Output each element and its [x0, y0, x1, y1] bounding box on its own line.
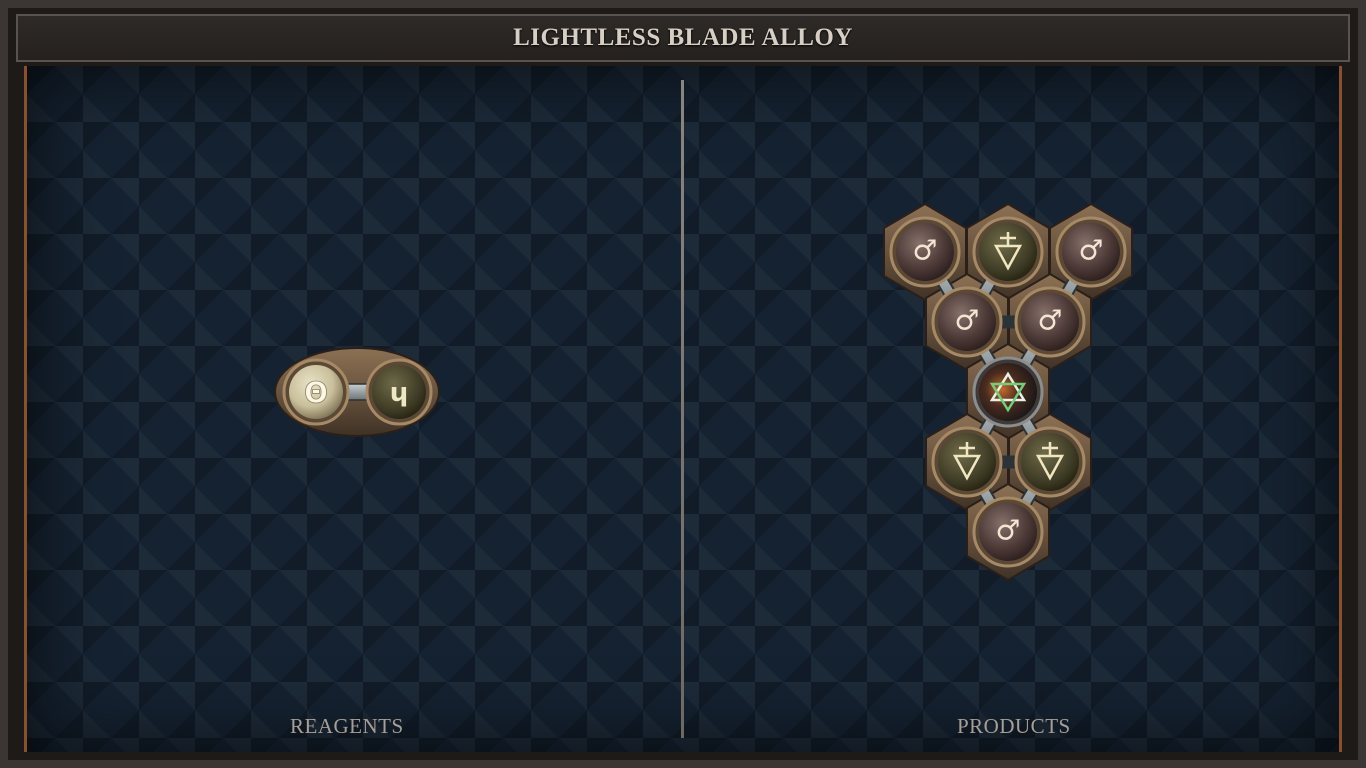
product-atom-iron[interactable]: ♂	[931, 286, 1003, 358]
product-atom-earth[interactable]	[972, 216, 1044, 288]
product-atom-star[interactable]	[972, 356, 1044, 428]
reagent-molecule[interactable]: Θ ɥ	[274, 347, 440, 437]
iron-icon: ♂	[1078, 234, 1103, 267]
molecule-art: Θ ɥ ♂ ♂ ♂ ♂ ♂	[274, 202, 1133, 582]
iron-icon: ♂	[1037, 304, 1062, 337]
reagent-a-icon: Θ	[304, 377, 328, 410]
iron-icon: ♂	[912, 234, 937, 267]
reagent-b-icon: ɥ	[390, 378, 409, 408]
product-atom-earth[interactable]	[931, 426, 1003, 498]
iron-icon: ♂	[995, 514, 1020, 547]
product-molecule[interactable]: ♂ ♂ ♂ ♂ ♂	[883, 202, 1133, 582]
reagents-label: REAGENTS	[290, 714, 404, 738]
product-atom-earth[interactable]	[1014, 426, 1086, 498]
iron-icon: ♂	[954, 304, 979, 337]
reagent-atom-1[interactable]: Θ	[282, 358, 350, 426]
reagent-atom-2[interactable]: ɥ	[365, 358, 433, 426]
product-atom-iron[interactable]: ♂	[889, 216, 961, 288]
product-atom-iron[interactable]: ♂	[1014, 286, 1086, 358]
product-atom-iron[interactable]: ♂	[972, 496, 1044, 568]
products-label: PRODUCTS	[957, 714, 1071, 738]
product-atom-iron[interactable]: ♂	[1055, 216, 1127, 288]
